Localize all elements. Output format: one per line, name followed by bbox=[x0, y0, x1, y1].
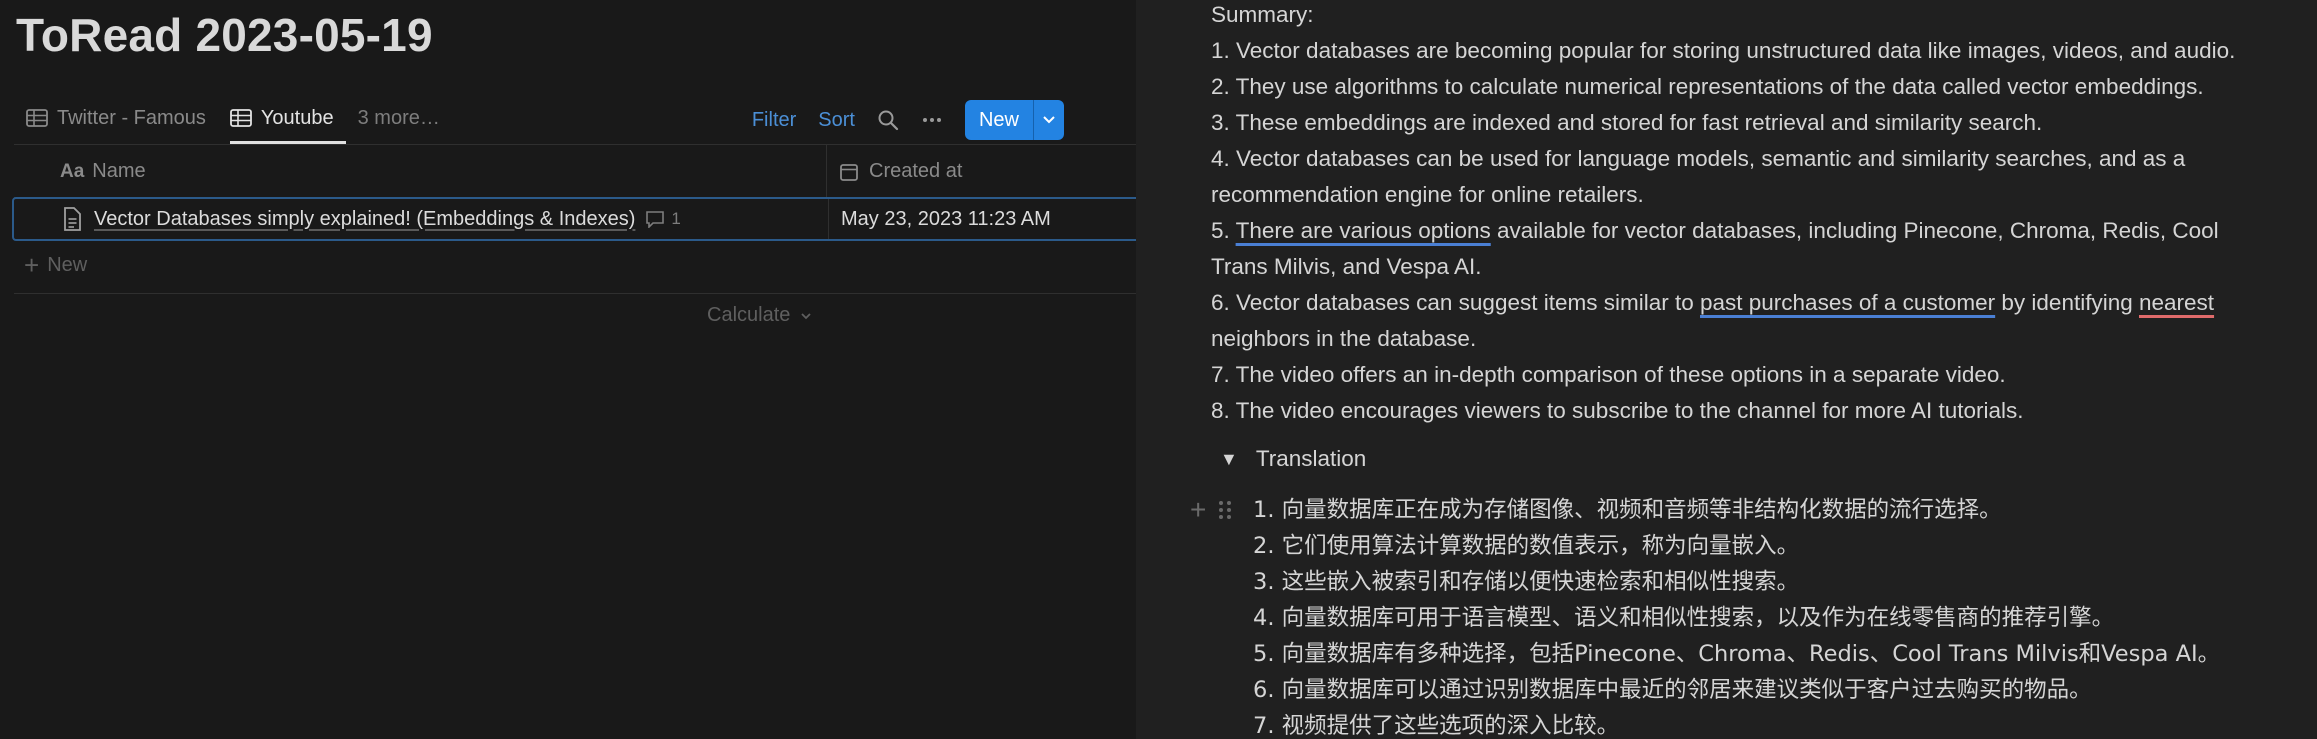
table-icon bbox=[26, 109, 48, 127]
tab-twitter-famous[interactable]: Twitter - Famous bbox=[14, 92, 218, 144]
spelling-underline[interactable]: nearest bbox=[2139, 290, 2214, 315]
summary-text: 5. bbox=[1211, 218, 1236, 243]
column-label: Created at bbox=[869, 160, 963, 182]
translation-line-7: 7. 视频提供了这些选项的深入比较。 bbox=[1253, 713, 1620, 739]
view-toolbar: Filter Sort New bbox=[752, 100, 1136, 140]
tab-label: Youtube bbox=[260, 106, 334, 129]
comment-count[interactable]: 1 bbox=[645, 209, 681, 229]
new-dropdown-button[interactable] bbox=[1033, 100, 1064, 140]
table-row[interactable]: Vector Databases simply explained! (Embe… bbox=[12, 197, 1136, 241]
translation-line-4: 4. 向量数据库可用于语言模型、语义和相似性搜索，以及作为在线零售商的推荐引擎。 bbox=[1253, 605, 2115, 631]
calculate-label: Calculate bbox=[707, 304, 791, 326]
translation-line-1: 1. 向量数据库正在成为存储图像、视频和音频等非结构化数据的流行选择。 bbox=[1253, 497, 2002, 523]
tab-more[interactable]: 3 more… bbox=[346, 92, 452, 144]
page-content-pane: Summary: 1. Vector databases are becomin… bbox=[1136, 0, 2317, 739]
translation-line-6: 6. 向量数据库可以通过识别数据库中最近的邻居来建议类似于客户过去购买的物品。 bbox=[1253, 677, 2092, 703]
new-button[interactable]: New bbox=[964, 100, 1033, 140]
table-icon bbox=[230, 109, 252, 127]
plus-icon: + bbox=[24, 250, 40, 280]
drag-handle-icon[interactable] bbox=[1218, 499, 1232, 521]
comment-count-value: 1 bbox=[671, 209, 681, 228]
summary-line-3: 3. These embeddings are indexed and stor… bbox=[1211, 110, 2043, 135]
summary-line-7: 7. The video offers an in-depth comparis… bbox=[1211, 362, 2006, 387]
cell-created-at: May 23, 2023 11:23 AM bbox=[841, 207, 1051, 230]
sort-button[interactable]: Sort bbox=[818, 109, 855, 132]
database-view: ToRead 2023-05-19 Twitter - Famous Youtu… bbox=[0, 0, 1136, 739]
chevron-down-icon bbox=[801, 313, 811, 320]
comment-icon bbox=[646, 211, 665, 228]
new-button-group: New bbox=[964, 100, 1064, 140]
cell-name[interactable]: Vector Databases simply explained! (Embe… bbox=[14, 199, 829, 239]
suggestion-underline[interactable]: past purchases of a customer bbox=[1700, 290, 1995, 315]
column-label: Name bbox=[92, 160, 146, 182]
summary-line-8: 8. The video encourages viewers to subsc… bbox=[1211, 398, 2024, 423]
view-tabs: Twitter - Famous Youtube 3 more… bbox=[14, 92, 452, 144]
column-header-name[interactable]: Aa Name bbox=[14, 145, 827, 198]
toggle-label: Translation bbox=[1255, 446, 1367, 471]
page-icon bbox=[64, 207, 81, 231]
calendar-icon bbox=[840, 163, 858, 181]
search-icon[interactable] bbox=[877, 109, 899, 131]
translation-toggle[interactable]: ▼ Translation bbox=[1220, 446, 1366, 472]
suggestion-underline[interactable]: There are various options bbox=[1236, 218, 1491, 243]
add-new-row-button[interactable]: + New bbox=[24, 252, 87, 278]
summary-line-6-cont: neighbors in the database. bbox=[1211, 326, 1477, 351]
chevron-down-icon bbox=[1043, 116, 1055, 124]
filter-button[interactable]: Filter bbox=[752, 109, 796, 132]
summary-heading: Summary: bbox=[1211, 2, 1314, 27]
tab-youtube[interactable]: Youtube bbox=[218, 92, 346, 144]
more-options-icon[interactable] bbox=[921, 109, 943, 131]
summary-text: available for vector databases, includin… bbox=[1490, 218, 2219, 243]
toggle-triangle-icon[interactable]: ▼ bbox=[1220, 449, 1238, 470]
table-header: Aa Name Created at bbox=[14, 145, 1136, 198]
column-header-created-at[interactable]: Created at bbox=[827, 145, 962, 198]
summary-line-5: 5. There are various options available f… bbox=[1211, 218, 2219, 244]
summary-line-1: 1. Vector databases are becoming popular… bbox=[1211, 38, 2236, 63]
summary-line-5-cont: Trans Milvis, and Vespa AI. bbox=[1211, 254, 1482, 279]
divider bbox=[14, 293, 1136, 294]
page-title: ToRead 2023-05-19 bbox=[16, 9, 433, 61]
calculate-button[interactable]: Calculate bbox=[707, 304, 812, 327]
summary-text: by identifying bbox=[1995, 290, 2139, 315]
summary-line-6: 6. Vector databases can suggest items si… bbox=[1211, 290, 2214, 316]
summary-line-4-cont: recommendation engine for online retaile… bbox=[1211, 182, 1644, 207]
tab-label: Twitter - Famous bbox=[57, 106, 206, 129]
translation-line-2: 2. 它们使用算法计算数据的数值表示，称为向量嵌入。 bbox=[1253, 533, 1800, 559]
new-row-label: New bbox=[47, 253, 88, 276]
summary-text: 6. Vector databases can suggest items si… bbox=[1211, 290, 1700, 315]
summary-line-4: 4. Vector databases can be used for lang… bbox=[1211, 146, 2186, 171]
summary-line-2: 2. They use algorithms to calculate nume… bbox=[1211, 74, 2204, 99]
translation-line-5: 5. 向量数据库有多种选择，包括Pinecone、Chroma、Redis、Co… bbox=[1253, 641, 2221, 667]
text-property-icon: Aa bbox=[60, 160, 85, 182]
row-title[interactable]: Vector Databases simply explained! (Embe… bbox=[94, 208, 635, 231]
add-block-icon[interactable]: + bbox=[1190, 496, 1206, 524]
block-handles: + bbox=[1190, 496, 1232, 524]
translation-line-3: 3. 这些嵌入被索引和存储以便快速检索和相似性搜索。 bbox=[1253, 569, 1800, 595]
